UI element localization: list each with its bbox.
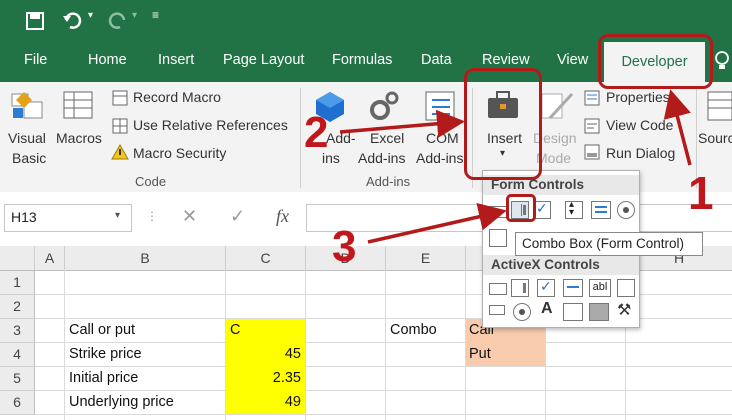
annotation-arrows <box>339 89 692 244</box>
annotation-number-1: 1 <box>688 167 714 219</box>
annotation-number-2: 2 <box>304 108 329 157</box>
arrow-1 <box>663 89 692 166</box>
arrow-2 <box>339 109 465 138</box>
arrow-3 <box>367 203 507 244</box>
annotation-number-3: 3 <box>332 222 357 271</box>
